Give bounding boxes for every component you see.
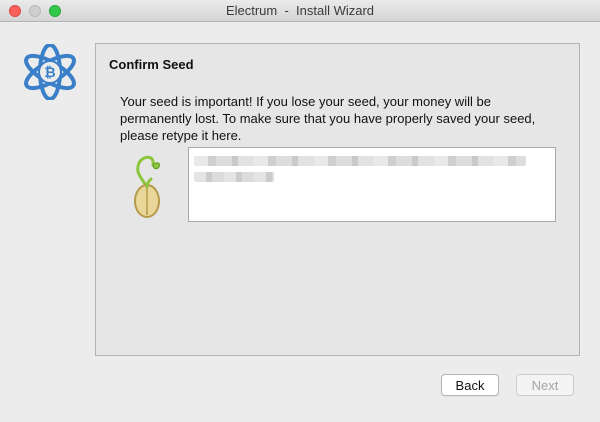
svg-text:₿: ₿: [44, 65, 55, 81]
seed-input-textarea[interactable]: [188, 147, 556, 222]
seed-warning-message: Your seed is important! If you lose your…: [120, 94, 536, 143]
title-bar[interactable]: Electrum - Install Wizard: [0, 0, 600, 22]
redacted-seed-text: [194, 156, 526, 166]
redacted-seed-text-continued: [194, 172, 274, 182]
next-button[interactable]: Next: [516, 374, 574, 396]
back-button[interactable]: Back: [441, 374, 499, 396]
seed-sprout-icon: [134, 155, 160, 218]
page-title: Confirm Seed: [109, 57, 194, 72]
install-wizard-window: Electrum - Install Wizard ₿ Confirm Seed…: [0, 0, 600, 422]
electrum-logo-icon: ₿: [24, 44, 76, 100]
wizard-content-panel: Confirm Seed Your seed is important! If …: [95, 43, 580, 356]
window-title: Electrum - Install Wizard: [225, 3, 375, 18]
